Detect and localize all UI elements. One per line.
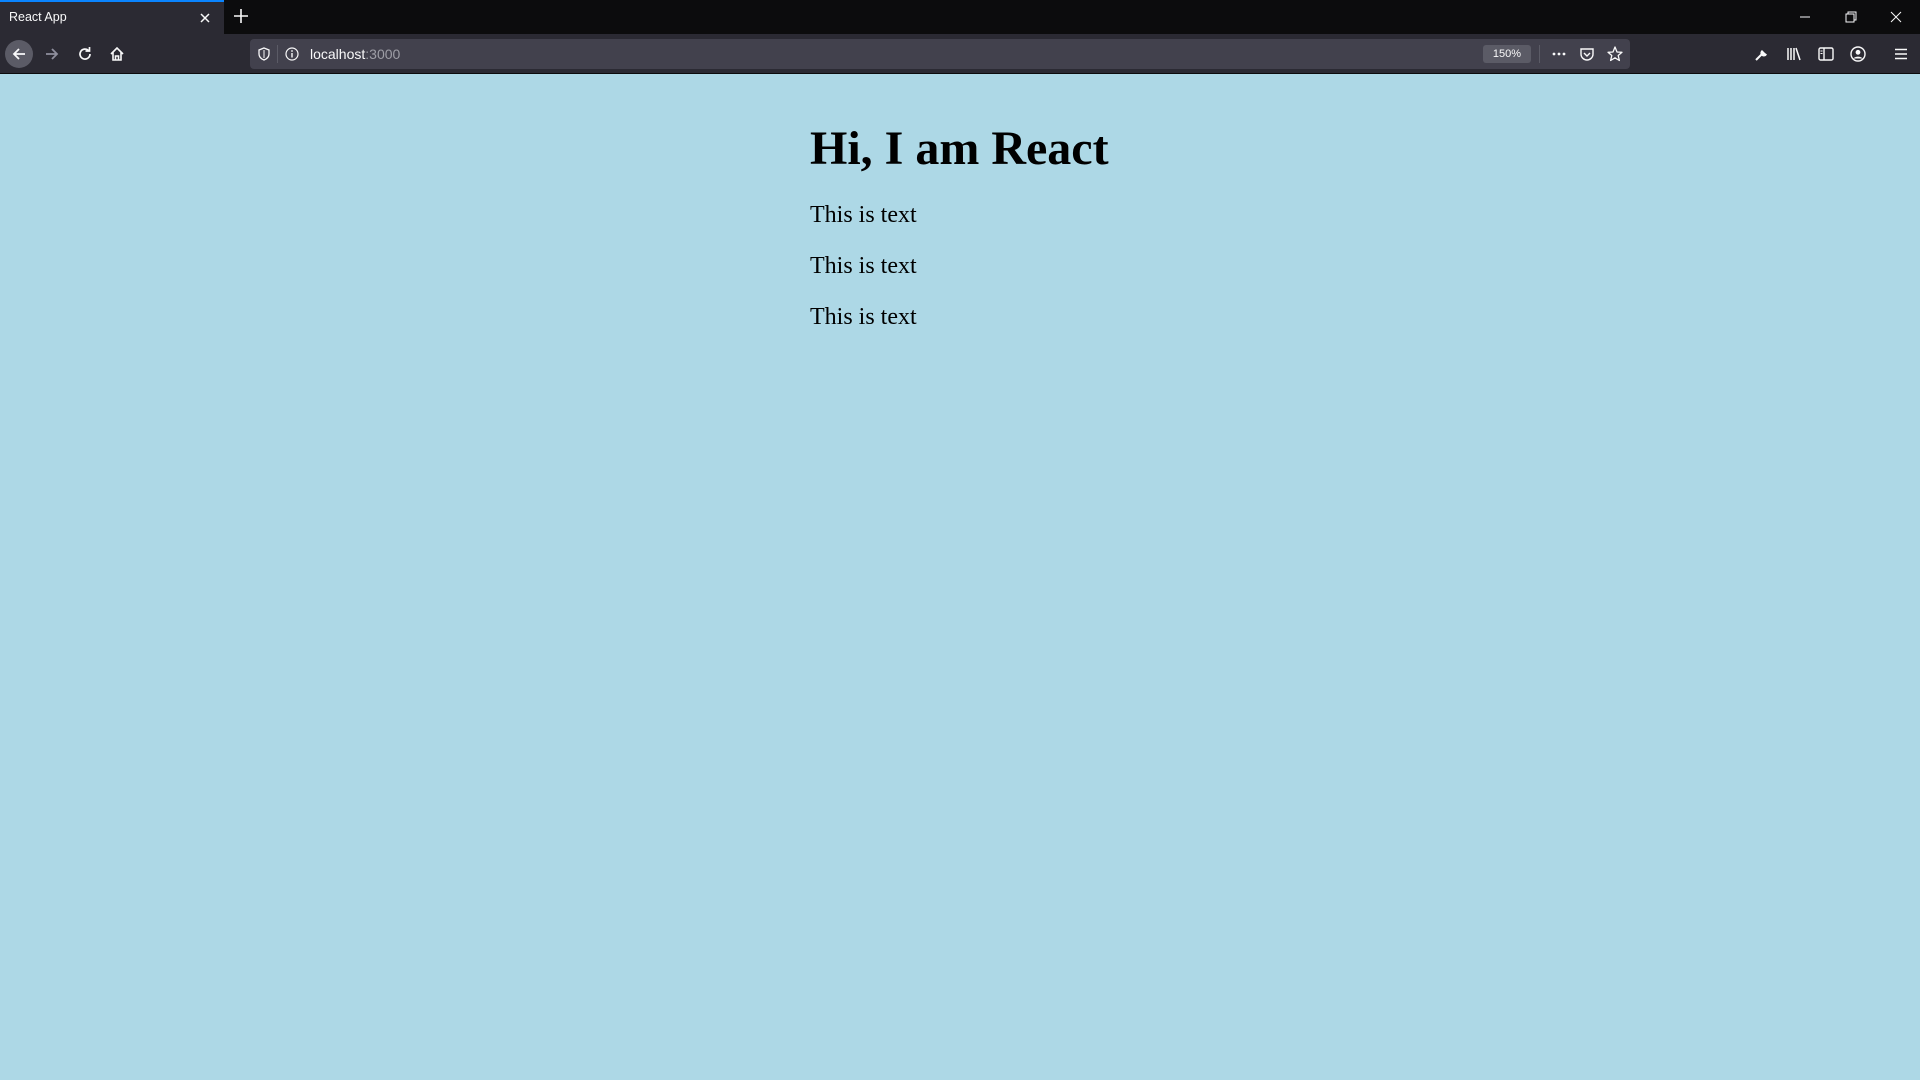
url-port: :3000 [365,46,401,62]
url-separator [1539,45,1540,63]
url-bar[interactable]: localhost:3000 150% [250,39,1630,69]
info-icon[interactable] [284,46,300,62]
react-app: Hi, I am React This is text This is text… [810,75,1109,331]
sidebar-icon[interactable] [1816,44,1836,64]
minimize-icon[interactable] [1795,7,1815,27]
text-paragraph: This is text [810,202,917,228]
arrow-left-icon[interactable] [5,40,33,68]
library-icon[interactable] [1784,44,1804,64]
page-heading: Hi, I am React [810,122,1109,175]
reload-icon[interactable] [71,40,99,68]
page-content: Hi, I am React This is text This is text… [0,75,1920,1080]
url-host: localhost [310,46,366,62]
home-icon[interactable] [103,40,131,68]
tab-strip: React App [0,0,1920,34]
text-paragraph: This is text [810,253,917,279]
url-text[interactable]: localhost:3000 [310,46,400,62]
account-icon[interactable] [1848,44,1868,64]
wrench-icon[interactable] [1752,44,1772,64]
arrow-right-icon[interactable] [38,40,66,68]
close-icon[interactable] [196,9,214,27]
browser-tab[interactable]: React App [0,0,224,34]
restore-icon[interactable] [1841,7,1861,27]
pocket-icon[interactable] [1578,45,1596,63]
nav-toolbar: localhost:3000 150% [0,34,1920,74]
window-close-icon[interactable] [1886,7,1906,27]
ellipsis-icon[interactable] [1550,45,1568,63]
url-divider [277,45,278,63]
hamburger-menu-icon[interactable] [1891,44,1911,64]
plus-icon[interactable] [231,6,251,26]
zoom-level-badge[interactable]: 150% [1483,45,1531,63]
text-paragraph: This is text [810,304,917,330]
star-icon[interactable] [1606,45,1624,63]
shield-icon[interactable] [256,46,272,62]
tab-title: React App [9,10,67,24]
